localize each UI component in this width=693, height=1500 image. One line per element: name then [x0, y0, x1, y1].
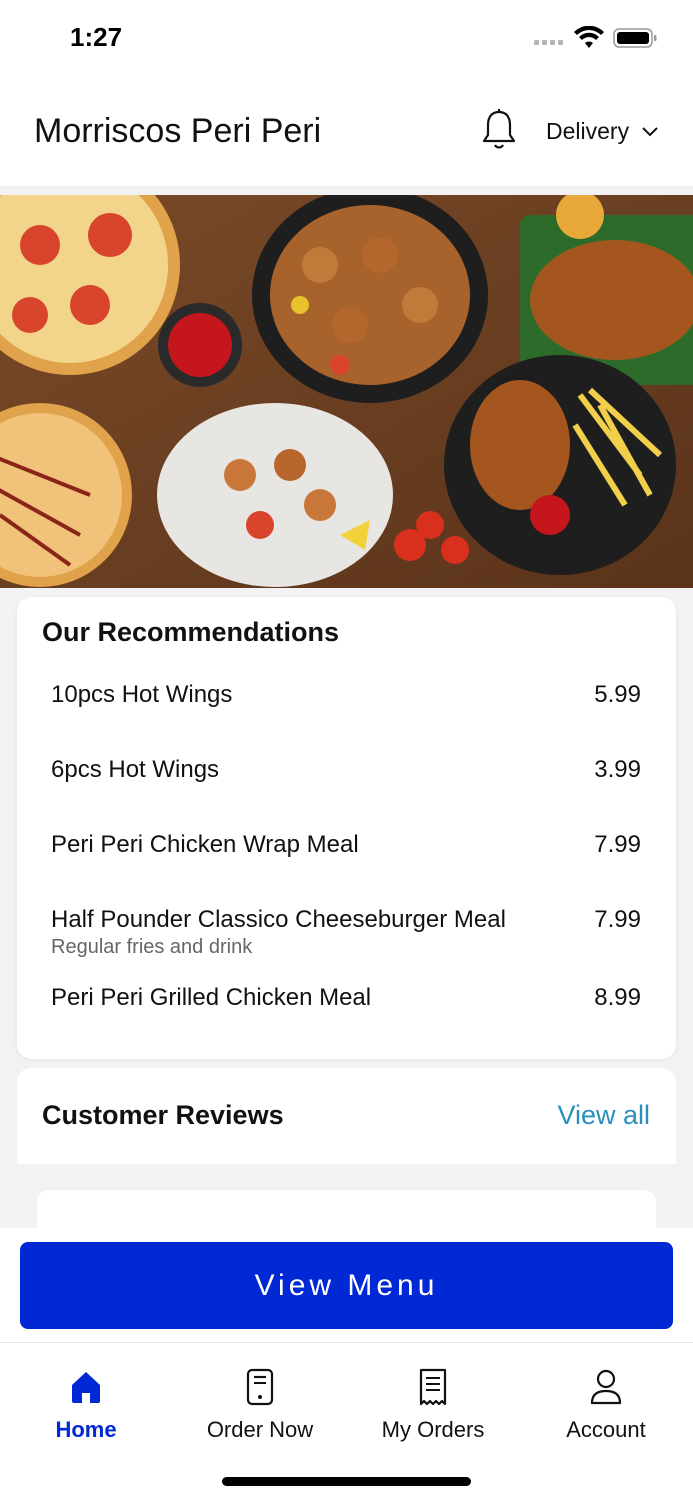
recommendations-title: Our Recommendations — [42, 617, 340, 647]
recommendation-item[interactable]: 10pcs Hot Wings 5.99 — [51, 681, 641, 709]
item-price: 7.99 — [594, 831, 641, 858]
hero-food-image — [0, 195, 693, 588]
bell-icon[interactable] — [480, 108, 518, 152]
recommendation-item[interactable]: 6pcs Hot Wings 3.99 — [51, 756, 641, 784]
item-name: Half Pounder Classico Cheeseburger Meal — [51, 906, 506, 933]
recommendation-item[interactable]: Peri Peri Grilled Chicken Meal 8.99 — [51, 984, 641, 1012]
nav-account[interactable]: Account — [521, 1367, 691, 1443]
reviews-list — [17, 1164, 676, 1238]
view-all-link[interactable]: View all — [557, 1100, 650, 1131]
nav-label: Account — [566, 1417, 646, 1442]
nav-my-orders[interactable]: My Orders — [348, 1367, 518, 1443]
order-mode-dropdown[interactable]: Delivery — [546, 118, 659, 145]
chevron-down-icon — [642, 126, 658, 136]
receipt-icon — [419, 1368, 447, 1406]
item-price: 8.99 — [594, 984, 641, 1011]
item-name: 10pcs Hot Wings — [51, 681, 233, 708]
recommendation-item[interactable]: Peri Peri Chicken Wrap Meal 7.99 — [51, 831, 641, 859]
order-mode-label: Delivery — [546, 118, 630, 144]
person-icon — [590, 1369, 622, 1405]
customer-reviews-card: Customer Reviews View all — [17, 1068, 676, 1238]
item-name: Peri Peri Chicken Wrap Meal — [51, 831, 359, 858]
item-name: 6pcs Hot Wings — [51, 756, 220, 783]
reviews-title: Customer Reviews — [42, 1100, 284, 1130]
restaurant-title: Morriscos Peri Peri — [34, 112, 322, 150]
nav-home[interactable]: Home — [1, 1367, 171, 1443]
battery-icon — [613, 28, 657, 48]
item-price: 7.99 — [594, 906, 641, 933]
home-icon — [72, 1372, 100, 1403]
food-platter-illustration — [0, 195, 693, 588]
app-header: Morriscos Peri Peri Delivery — [0, 80, 693, 186]
item-name: Peri Peri Grilled Chicken Meal — [51, 984, 372, 1011]
nav-order-now[interactable]: Order Now — [175, 1367, 345, 1443]
status-bar: 1:27 — [0, 0, 693, 80]
wifi-icon — [574, 26, 604, 48]
nav-label: Order Now — [206, 1417, 314, 1442]
nav-label: Home — [55, 1417, 117, 1442]
item-price: 5.99 — [594, 681, 641, 708]
view-menu-button[interactable]: View Menu — [20, 1242, 673, 1329]
recommendation-item[interactable]: Half Pounder Classico Cheeseburger Meal … — [51, 906, 641, 959]
home-indicator[interactable] — [222, 1477, 471, 1486]
cta-container: View Menu — [0, 1228, 693, 1342]
cellular-signal-icon — [534, 40, 563, 45]
recommendations-card: Our Recommendations 10pcs Hot Wings 5.99… — [17, 597, 676, 1059]
nav-label: My Orders — [381, 1417, 485, 1442]
status-time: 1:27 — [70, 22, 123, 52]
order-icon — [246, 1368, 274, 1406]
item-description: Regular fries and drink — [51, 936, 253, 958]
item-price: 3.99 — [594, 756, 641, 783]
